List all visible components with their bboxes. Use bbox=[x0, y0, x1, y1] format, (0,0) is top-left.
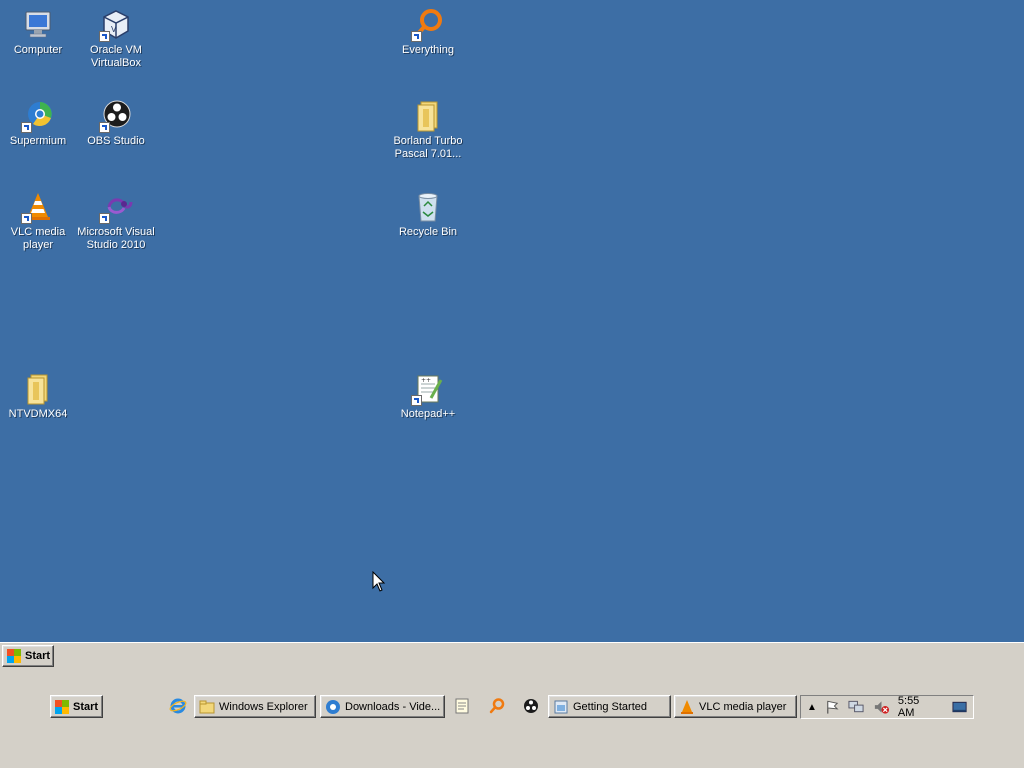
network-icon[interactable] bbox=[848, 699, 865, 715]
vlc-cone-icon bbox=[21, 190, 55, 224]
internet-explorer-icon bbox=[169, 698, 187, 714]
notepad-plus-plus-icon: ++ bbox=[411, 372, 445, 406]
visual-studio-icon bbox=[99, 190, 133, 224]
windows-logo-icon bbox=[7, 649, 21, 663]
mouse-cursor-icon bbox=[372, 571, 386, 592]
shortcut-arrow-icon bbox=[99, 213, 110, 224]
desktop-icon-borland-turbo-pascal[interactable]: Borland Turbo Pascal 7.01... bbox=[383, 95, 473, 161]
shortcut-arrow-icon bbox=[411, 31, 422, 42]
icon-label: Borland Turbo Pascal 7.01... bbox=[393, 135, 463, 160]
desktop-icon-everything[interactable]: Everything bbox=[383, 4, 473, 57]
system-tray: ▲ 5:55 AM bbox=[800, 695, 974, 719]
shortcut-arrow-icon bbox=[21, 122, 32, 133]
clock[interactable]: 5:55 AM bbox=[898, 695, 936, 719]
obs-icon bbox=[99, 99, 133, 133]
shortcut-arrow-icon bbox=[99, 31, 110, 42]
action-center-flag-icon[interactable] bbox=[825, 699, 840, 715]
recycle-bin-icon bbox=[411, 190, 445, 224]
icon-label: Oracle VM VirtualBox bbox=[90, 44, 142, 69]
quicklaunch-internet-explorer[interactable] bbox=[169, 697, 187, 715]
start-label: Start bbox=[25, 650, 51, 662]
browser-icon bbox=[21, 99, 55, 133]
task-getting-started[interactable]: Getting Started bbox=[548, 695, 671, 718]
shortcut-arrow-icon bbox=[411, 395, 422, 406]
icon-label: Notepad++ bbox=[400, 408, 456, 420]
svg-text:V: V bbox=[111, 25, 117, 34]
virtualbox-icon: V bbox=[99, 8, 133, 42]
icon-label: Everything bbox=[402, 44, 454, 56]
getting-started-icon bbox=[554, 700, 568, 713]
quicklaunch-notepad[interactable] bbox=[453, 697, 471, 715]
icon-label: Microsoft Visual Studio 2010 bbox=[77, 226, 155, 251]
task-windows-explorer[interactable]: Windows Explorer bbox=[194, 695, 316, 718]
show-desktop-icon[interactable] bbox=[952, 700, 967, 714]
notepad-icon bbox=[455, 698, 469, 714]
icon-label: OBS Studio bbox=[87, 135, 145, 147]
desktop: Computer Supermium VLC media player NTVD… bbox=[0, 0, 1024, 642]
volume-muted-icon[interactable] bbox=[873, 699, 890, 715]
chevron-up-icon[interactable]: ▲ bbox=[807, 702, 817, 713]
windows-logo-icon bbox=[55, 699, 69, 714]
start-button[interactable]: Start bbox=[50, 695, 103, 718]
desktop-icon-virtualbox[interactable]: V Oracle VM VirtualBox bbox=[71, 4, 161, 70]
task-label: VLC media player bbox=[699, 700, 787, 713]
desktop-icon-recycle-bin[interactable]: Recycle Bin bbox=[383, 186, 473, 239]
quicklaunch-everything[interactable] bbox=[488, 697, 506, 715]
start-button-top[interactable]: Start bbox=[2, 645, 54, 667]
shortcut-arrow-icon bbox=[99, 122, 110, 133]
monitor-icon bbox=[21, 8, 55, 42]
folder-icon bbox=[21, 372, 55, 406]
desktop-icon-ntvdmx64[interactable]: NTVDMX64 bbox=[0, 368, 83, 421]
svg-text:++: ++ bbox=[421, 377, 431, 384]
vlc-cone-icon bbox=[681, 699, 693, 714]
taskbar: Start Start Windows Explorer Downloads -… bbox=[0, 642, 1024, 768]
task-label: Windows Explorer bbox=[219, 700, 308, 713]
desktop-icon-obs[interactable]: OBS Studio bbox=[71, 95, 161, 148]
desktop-icon-visual-studio[interactable]: Microsoft Visual Studio 2010 bbox=[71, 186, 161, 252]
everything-search-icon bbox=[411, 8, 445, 42]
folder-icon bbox=[411, 99, 445, 133]
browser-icon bbox=[326, 699, 340, 714]
start-label: Start bbox=[73, 700, 99, 713]
task-label: Getting Started bbox=[573, 700, 647, 713]
everything-search-icon bbox=[489, 698, 505, 714]
task-vlc[interactable]: VLC media player bbox=[674, 695, 797, 718]
obs-icon bbox=[524, 699, 538, 713]
folder-icon bbox=[199, 700, 215, 713]
icon-label: Recycle Bin bbox=[398, 226, 458, 238]
quicklaunch-obs[interactable] bbox=[522, 697, 540, 715]
desktop-icon-notepad-plus-plus[interactable]: ++ Notepad++ bbox=[383, 368, 473, 421]
task-label: Downloads - Vide... bbox=[345, 700, 441, 713]
icon-label: NTVDMX64 bbox=[8, 408, 68, 420]
shortcut-arrow-icon bbox=[21, 213, 32, 224]
task-downloads[interactable]: Downloads - Vide... bbox=[320, 695, 445, 718]
